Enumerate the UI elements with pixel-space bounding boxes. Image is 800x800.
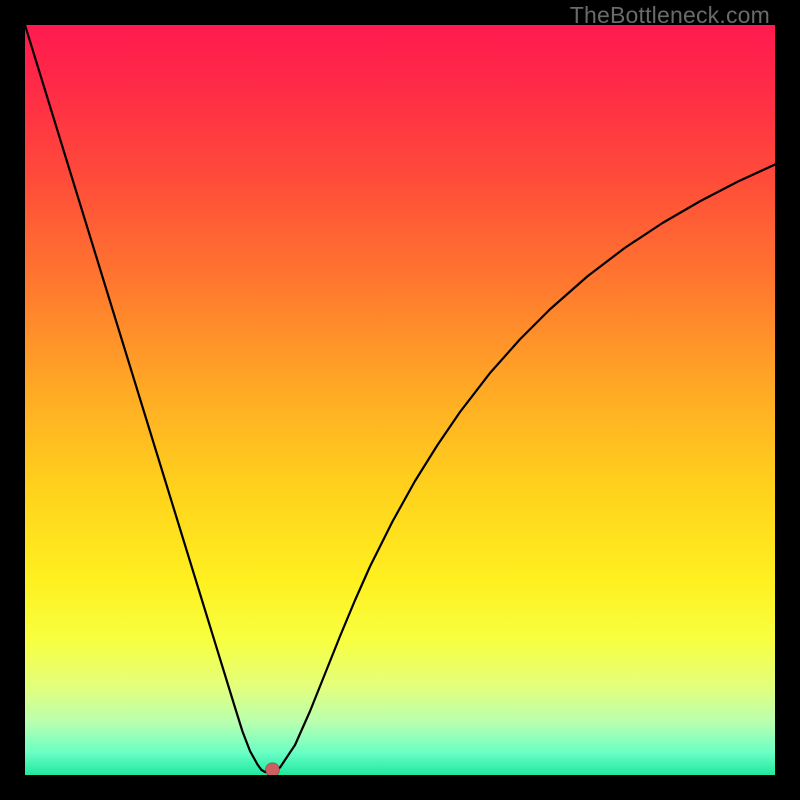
gradient-background	[25, 25, 775, 775]
optimum-marker	[266, 763, 280, 775]
bottleneck-chart	[25, 25, 775, 775]
chart-frame	[25, 25, 775, 775]
